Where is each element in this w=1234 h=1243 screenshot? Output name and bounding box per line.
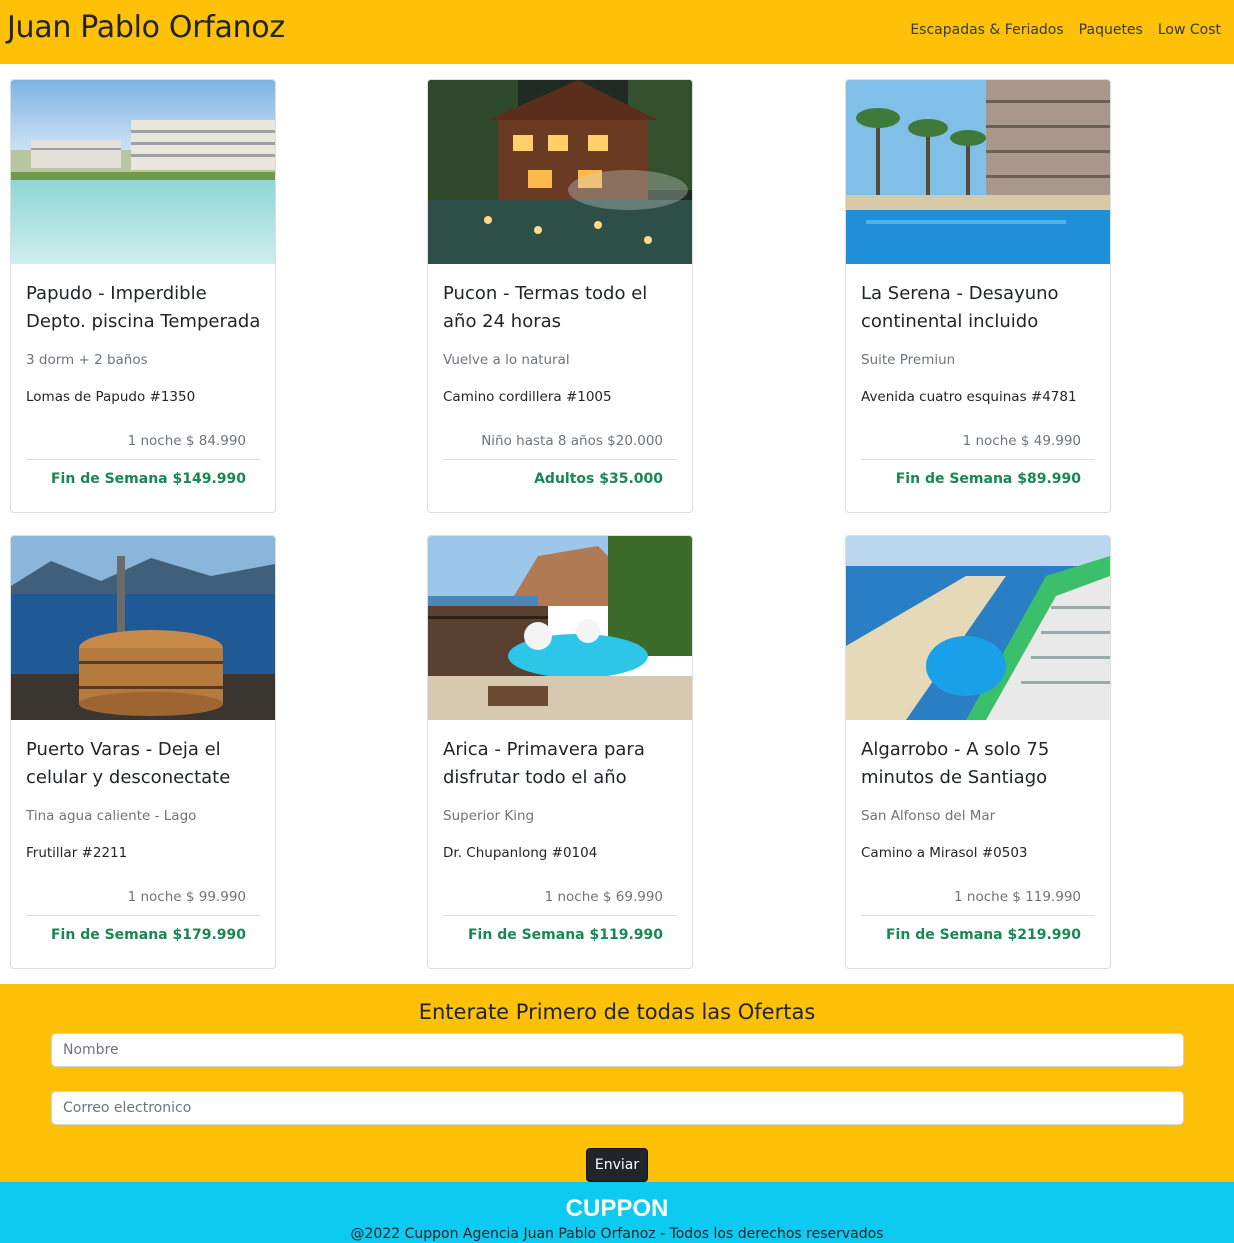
offer-card: La Serena - Desayuno continental incluid… — [845, 79, 1111, 513]
offer-price-main: Fin de Semana $89.990 — [895, 471, 1081, 487]
offer-address: Camino cordillera #1005 — [443, 389, 612, 405]
offer-title: Pucon - Termas todo el año 24 horas — [443, 283, 648, 332]
offer-price-secondary: 1 noche $ 84.990 — [127, 433, 246, 449]
offer-address: Dr. Chupanlong #0104 — [443, 845, 598, 861]
offer-image — [11, 536, 275, 720]
footer-copyright: @2022 Cuppon Agencia Juan Pablo Orfanoz … — [350, 1226, 884, 1242]
navbar: Juan Pablo Orfanoz Escapadas & Feriados … — [0, 0, 1234, 64]
nav-link-low-cost[interactable]: Low Cost — [1158, 22, 1221, 38]
offer-price-secondary: Niño hasta 8 años $20.000 — [481, 433, 663, 449]
email-input[interactable] — [51, 1091, 1184, 1125]
offer-card: Puerto Varas - Deja el celular y descone… — [10, 535, 276, 969]
nav-link-paquetes[interactable]: Paquetes — [1079, 22, 1143, 38]
offer-address: Avenida cuatro esquinas #4781 — [861, 389, 1077, 405]
card-divider — [26, 459, 260, 460]
card-divider — [26, 915, 260, 916]
offer-address: Frutillar #2211 — [26, 845, 128, 861]
subscribe-section: Enterate Primero de todas las Ofertas En… — [0, 984, 1234, 1182]
offer-card: Papudo - Imperdible Depto. piscina Tempe… — [10, 79, 276, 513]
offer-subtitle: Tina agua caliente - Lago — [26, 808, 197, 824]
offer-title: La Serena - Desayuno continental incluid… — [861, 283, 1059, 332]
offer-title: Arica - Primavera para disfrutar todo el… — [443, 739, 645, 788]
offer-price-secondary: 1 noche $ 119.990 — [954, 889, 1081, 905]
offer-price-main: Fin de Semana $149.990 — [50, 471, 246, 487]
offer-address: Lomas de Papudo #1350 — [26, 389, 196, 405]
offer-price-secondary: 1 noche $ 69.990 — [544, 889, 663, 905]
offer-image — [846, 80, 1110, 264]
offer-subtitle: Vuelve a lo natural — [443, 352, 570, 368]
offer-title: Algarrobo - A solo 75 minutos de Santiag… — [861, 739, 1050, 788]
nav-link-escapadas[interactable]: Escapadas & Feriados — [910, 22, 1063, 38]
offer-price-secondary: 1 noche $ 49.990 — [962, 433, 1081, 449]
subscribe-title: Enterate Primero de todas las Ofertas — [418, 1000, 816, 1024]
card-divider — [443, 915, 677, 916]
brand-logo[interactable]: Juan Pablo Orfanoz — [7, 10, 285, 45]
footer-logo: CUPPON — [565, 1195, 669, 1222]
offer-subtitle: Superior King — [443, 808, 535, 824]
nav-links: Escapadas & Feriados Paquetes Low Cost — [910, 22, 1221, 38]
offer-card: Algarrobo - A solo 75 minutos de Santiag… — [845, 535, 1111, 969]
card-divider — [861, 459, 1095, 460]
offer-card: Arica - Primavera para disfrutar todo el… — [427, 535, 693, 969]
offer-price-main: Fin de Semana $179.990 — [50, 927, 246, 943]
card-divider — [861, 915, 1095, 916]
offer-image — [428, 536, 692, 720]
offer-image — [428, 80, 692, 264]
offer-card: Pucon - Termas todo el año 24 horas Vuel… — [427, 79, 693, 513]
offer-subtitle: Suite Premiun — [861, 352, 956, 368]
offer-image — [11, 80, 275, 264]
offer-price-secondary: 1 noche $ 99.990 — [127, 889, 246, 905]
offer-price-main: Fin de Semana $119.990 — [467, 927, 663, 943]
name-input[interactable] — [51, 1033, 1184, 1067]
offer-subtitle: 3 dorm + 2 baños — [26, 352, 148, 368]
footer: CUPPON @2022 Cuppon Agencia Juan Pablo O… — [0, 1182, 1234, 1243]
send-button[interactable]: Enviar — [586, 1148, 648, 1182]
card-divider — [443, 459, 677, 460]
offer-image — [846, 536, 1110, 720]
offer-title: Papudo - Imperdible Depto. piscina Tempe… — [26, 283, 261, 332]
offer-subtitle: San Alfonso del Mar — [861, 808, 996, 824]
offer-title: Puerto Varas - Deja el celular y descone… — [26, 739, 231, 788]
offer-price-main: Fin de Semana $219.990 — [885, 927, 1081, 943]
offer-price-main: Adultos $35.000 — [534, 471, 663, 487]
offer-address: Camino a Mirasol #0503 — [861, 845, 1028, 861]
